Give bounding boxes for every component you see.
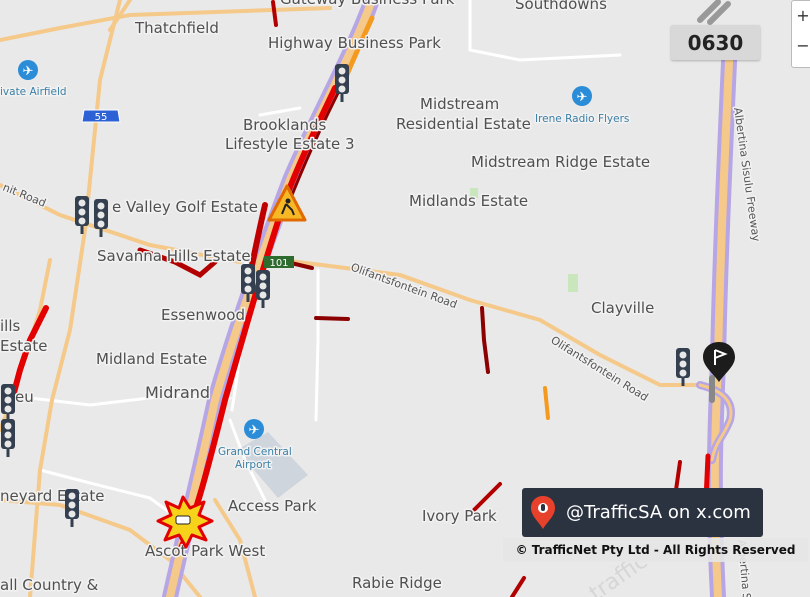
zoom-in-button[interactable]: +	[792, 1, 810, 31]
label-eu: eu	[15, 388, 34, 406]
crash-icon[interactable]	[156, 495, 214, 549]
label-southdowns: Southdowns	[515, 0, 607, 13]
label-midstream-residential: Residential Estate	[396, 115, 531, 133]
label-brooklands-lifestyle: Lifestyle Estate 3	[225, 135, 355, 153]
highway-55-label: 55	[95, 112, 108, 123]
label-private-airfield: ivate Airfield	[0, 86, 67, 98]
label-estate-left: Estate	[0, 337, 47, 355]
airport-icon[interactable]: ✈	[18, 60, 38, 80]
exit-sign: 101	[264, 256, 294, 269]
airport-icon[interactable]: ✈	[572, 86, 592, 106]
location-pin-icon	[522, 488, 564, 537]
label-midrand: Midrand	[145, 383, 210, 402]
label-irene-radio-flyers: Irene Radio Flyers	[535, 113, 629, 125]
svg-text:✈: ✈	[23, 64, 34, 79]
label-access-park: Access Park	[228, 497, 317, 515]
label-highway-business-park: Highway Business Park	[268, 34, 441, 52]
airport-icon[interactable]: ✈	[244, 419, 264, 439]
copyright-notice: © TrafficNet Pty Ltd - All Rights Reserv…	[503, 538, 808, 562]
label-brooklands: Brooklands	[243, 116, 327, 134]
svg-text:✈: ✈	[577, 90, 588, 105]
label-ascot-park-west: Ascot Park West	[145, 542, 265, 560]
label-midland-estate: Midland Estate	[96, 350, 207, 368]
zoom-out-button[interactable]: −	[792, 31, 810, 61]
exit-sign-label: 101	[269, 258, 288, 269]
label-gateway-business-park: Gateway Business Park	[280, 0, 455, 8]
highway-55-shield: 55	[81, 109, 121, 123]
label-airport: Airport	[235, 459, 271, 471]
time-display: 0630	[671, 25, 760, 60]
label-clayville: Clayville	[591, 299, 654, 317]
label-ivory-park: Ivory Park	[422, 507, 497, 525]
label-country: all Country &	[0, 576, 99, 594]
label-midstream: Midstream	[420, 95, 499, 113]
label-essenwood: Essenwood	[161, 306, 245, 324]
label-golf-estate: e Valley Golf Estate	[112, 198, 258, 216]
label-hills: ills	[0, 317, 21, 335]
label-midlands-estate: Midlands Estate	[409, 192, 528, 210]
label-grand-central: Grand Central	[218, 446, 292, 458]
svg-text:✈: ✈	[249, 423, 260, 438]
label-rabie-ridge: Rabie Ridge	[352, 574, 442, 592]
label-savanna-hills: Savanna Hills Estate	[97, 247, 251, 265]
social-banner[interactable]: @TrafficSA on x.com	[522, 488, 763, 537]
zoom-control[interactable]: + −	[791, 0, 810, 68]
label-midstream-ridge: Midstream Ridge Estate	[471, 153, 650, 171]
label-neyard-estate: neyard Estate	[0, 487, 104, 505]
social-handle[interactable]: @TrafficSA on x.com	[566, 502, 751, 523]
label-thatchfield: Thatchfield	[134, 19, 219, 37]
